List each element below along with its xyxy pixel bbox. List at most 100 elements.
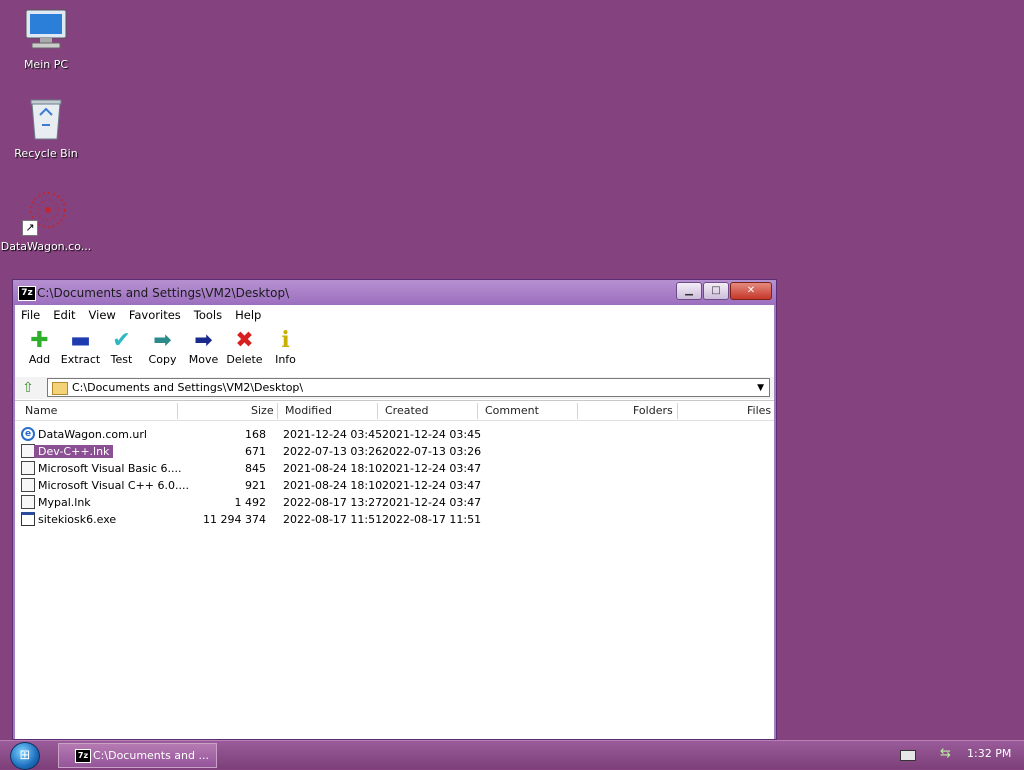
shortcut-file-icon xyxy=(21,478,35,492)
move-icon: ➡ xyxy=(194,327,213,353)
file-size: 921 xyxy=(245,479,266,492)
toolbar: ✚ Add ▬ Extract ✔ Test ➡ Copy ➡ Move ✖ D… xyxy=(15,327,774,375)
shortcut-arrow-icon: ↗ xyxy=(22,220,38,236)
column-header-files[interactable]: Files xyxy=(747,404,771,417)
file-created: 2021-12-24 03:47 xyxy=(382,479,482,492)
dropdown-arrow-icon[interactable]: ▼ xyxy=(757,383,764,393)
start-button[interactable]: ⊞ xyxy=(10,742,40,770)
file-size: 168 xyxy=(245,428,266,441)
column-header-row: Name Size Modified Created Comment Folde… xyxy=(15,401,774,421)
table-row[interactable]: e DataWagon.com.url 168 2021-12-24 03:45… xyxy=(15,426,774,443)
executable-file-icon xyxy=(21,512,35,526)
extract-label: Extract xyxy=(60,353,101,366)
shortcut-file-icon xyxy=(21,444,35,458)
column-header-folders[interactable]: Folders xyxy=(633,404,673,417)
table-row[interactable]: Mypal.lnk 1 492 2022-08-17 13:27 2021-12… xyxy=(15,494,774,511)
keyboard-icon[interactable] xyxy=(900,750,916,761)
file-created: 2021-12-24 03:47 xyxy=(382,496,482,509)
maximize-button[interactable]: □ xyxy=(703,282,729,300)
delete-button[interactable]: ✖ Delete xyxy=(224,327,265,375)
file-name: Mypal.lnk xyxy=(38,496,91,509)
desktop-icon-recycle-bin[interactable]: Recycle Bin xyxy=(0,95,92,160)
file-name: Microsoft Visual C++ 6.0.... xyxy=(38,479,189,492)
menu-view[interactable]: View xyxy=(83,305,123,325)
file-name: DataWagon.com.url xyxy=(38,428,147,441)
desktop-icon-datawagon[interactable]: ↗ DataWagon.co... xyxy=(0,188,92,253)
file-modified: 2021-08-24 18:10 xyxy=(283,479,383,492)
test-button[interactable]: ✔ Test xyxy=(101,327,142,375)
extract-icon: ▬ xyxy=(70,327,91,353)
taskbar: ⊞ 7z C:\Documents and ... ⇆ 1:32 PM xyxy=(0,740,1024,770)
up-folder-icon[interactable]: ⇧ xyxy=(19,380,37,396)
window-title: C:\Documents and Settings\VM2\Desktop\ xyxy=(37,286,290,300)
extract-button[interactable]: ▬ Extract xyxy=(60,327,101,375)
windows-logo-icon: ⊞ xyxy=(19,748,31,763)
menu-edit[interactable]: Edit xyxy=(47,305,82,325)
column-header-comment[interactable]: Comment xyxy=(485,404,539,417)
address-row: ⇧ C:\Documents and Settings\VM2\Desktop\… xyxy=(15,377,774,399)
desktop-icon-my-pc[interactable]: Mein PC xyxy=(0,6,92,71)
file-modified: 2022-08-17 11:51 xyxy=(283,513,383,526)
minimize-button[interactable]: ▁ xyxy=(676,282,702,300)
move-button[interactable]: ➡ Move xyxy=(183,327,224,375)
clock[interactable]: 1:32 PM xyxy=(967,747,1011,760)
menu-favorites[interactable]: Favorites xyxy=(123,305,188,325)
datawagon-icon: ↗ xyxy=(22,188,70,236)
table-row[interactable]: sitekiosk6.exe 11 294 374 2022-08-17 11:… xyxy=(15,511,774,528)
add-icon: ✚ xyxy=(30,327,49,353)
desktop-icon-label: Recycle Bin xyxy=(14,147,78,160)
table-row[interactable]: Microsoft Visual Basic 6.... 845 2021-08… xyxy=(15,460,774,477)
app-icon: 7z xyxy=(75,749,91,763)
desktop-icon-label: DataWagon.co... xyxy=(0,240,92,253)
folder-icon xyxy=(52,382,68,395)
desktop-icon-label: Mein PC xyxy=(23,58,69,71)
shortcut-file-icon xyxy=(21,461,35,475)
file-created: 2021-12-24 03:47 xyxy=(382,462,482,475)
table-row[interactable]: Microsoft Visual C++ 6.0.... 921 2021-08… xyxy=(15,477,774,494)
file-name: sitekiosk6.exe xyxy=(38,513,117,526)
column-header-modified[interactable]: Modified xyxy=(285,404,332,417)
info-icon: i xyxy=(281,327,290,353)
file-modified: 2022-07-13 03:26 xyxy=(283,445,383,458)
column-header-created[interactable]: Created xyxy=(385,404,429,417)
file-modified: 2021-12-24 03:45 xyxy=(283,428,383,441)
close-button[interactable]: ✕ xyxy=(730,282,772,300)
recycle-bin-icon xyxy=(22,95,70,143)
table-row[interactable]: Dev-C++.lnk 671 2022-07-13 03:26 2022-07… xyxy=(15,443,774,460)
column-header-name[interactable]: Name xyxy=(25,404,57,417)
menu-file[interactable]: File xyxy=(15,305,47,325)
file-created: 2021-12-24 03:45 xyxy=(382,428,482,441)
file-name: Microsoft Visual Basic 6.... xyxy=(38,462,182,475)
file-name: Dev-C++.lnk xyxy=(34,445,114,458)
file-size: 845 xyxy=(245,462,266,475)
taskbar-window-button[interactable]: 7z C:\Documents and ... xyxy=(58,743,217,768)
file-created: 2022-07-13 03:26 xyxy=(382,445,482,458)
file-list: Name Size Modified Created Comment Folde… xyxy=(15,400,774,739)
menu-bar: File Edit View Favorites Tools Help xyxy=(15,305,774,325)
add-label: Add xyxy=(28,353,51,366)
computer-icon xyxy=(22,6,70,54)
address-text: C:\Documents and Settings\VM2\Desktop\ xyxy=(72,381,304,394)
app-icon: 7z xyxy=(18,286,36,301)
copy-icon: ➡ xyxy=(153,327,172,353)
file-size: 1 492 xyxy=(234,496,267,509)
address-bar[interactable]: C:\Documents and Settings\VM2\Desktop\ ▼ xyxy=(47,378,770,397)
column-header-size[interactable]: Size xyxy=(251,404,274,417)
file-size: 11 294 374 xyxy=(203,513,266,526)
delete-label: Delete xyxy=(226,353,263,366)
test-label: Test xyxy=(110,353,133,366)
info-label: Info xyxy=(275,353,296,366)
file-modified: 2022-08-17 13:27 xyxy=(283,496,383,509)
title-bar[interactable]: 7z C:\Documents and Settings\VM2\Desktop… xyxy=(13,280,776,305)
file-modified: 2021-08-24 18:10 xyxy=(283,462,383,475)
menu-help[interactable]: Help xyxy=(229,305,268,325)
info-button[interactable]: i Info xyxy=(265,327,306,375)
taskbar-window-label: C:\Documents and ... xyxy=(93,749,209,762)
file-manager-window: 7z C:\Documents and Settings\VM2\Desktop… xyxy=(12,279,777,740)
network-icon[interactable]: ⇆ xyxy=(940,746,951,761)
move-label: Move xyxy=(188,353,219,366)
add-button[interactable]: ✚ Add xyxy=(19,327,60,375)
menu-tools[interactable]: Tools xyxy=(188,305,229,325)
file-size: 671 xyxy=(245,445,266,458)
copy-button[interactable]: ➡ Copy xyxy=(142,327,183,375)
